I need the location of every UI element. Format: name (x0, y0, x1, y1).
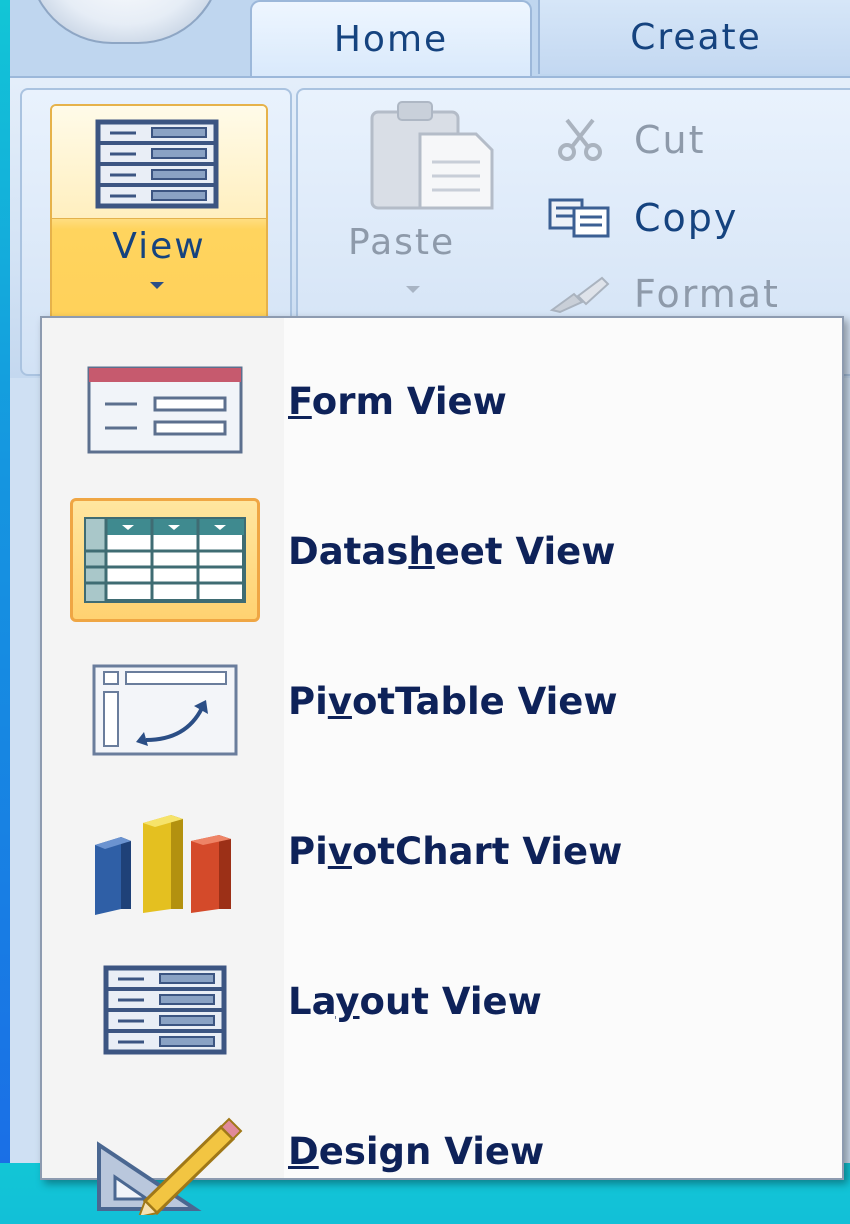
cut-label: Cut (634, 118, 706, 162)
layout-view-icon (92, 116, 222, 216)
layout-view-icon (70, 948, 260, 1072)
office-button[interactable] (28, 0, 222, 44)
menu-item-label: Design View (288, 1130, 545, 1173)
pivottable-view-icon (70, 648, 260, 772)
menu-item-label: Datasheet View (288, 530, 616, 573)
tab-create[interactable]: Create (538, 0, 850, 74)
menu-item-layout-view[interactable]: Layout View (42, 924, 842, 1074)
datasheet-view-icon (70, 498, 260, 622)
menu-item-label: Layout View (288, 980, 542, 1023)
menu-item-label: PivotTable View (288, 680, 618, 723)
ribbon-tab-strip: Home Create (10, 0, 850, 76)
format-label: Format (634, 272, 780, 316)
paste-label: Paste (348, 222, 456, 263)
copy-label: Copy (634, 196, 739, 240)
pivotchart-view-icon (70, 798, 260, 922)
menu-item-pivottable-view[interactable]: PivotTable View (42, 624, 842, 774)
chevron-down-icon (406, 286, 420, 293)
paste-icon (368, 100, 498, 214)
menu-item-pivotchart-view[interactable]: PivotChart View (42, 774, 842, 924)
menu-item-label: PivotChart View (288, 830, 623, 873)
format-painter-button[interactable]: Format (548, 272, 780, 316)
view-dropdown-menu: Form View Datasheet View PivotTable View… (40, 316, 844, 1215)
copy-button[interactable]: Copy (548, 196, 738, 240)
tab-home[interactable]: Home (250, 0, 532, 76)
scissors-icon (548, 118, 612, 162)
chevron-down-icon (150, 282, 164, 289)
menu-item-datasheet-view[interactable]: Datasheet View (42, 474, 842, 624)
format-painter-icon (548, 272, 612, 316)
menu-item-label: Form View (288, 380, 507, 423)
menu-item-design-view[interactable]: Design View (42, 1074, 842, 1224)
design-view-icon (70, 1098, 260, 1222)
form-view-icon (70, 348, 260, 472)
copy-icon (548, 196, 612, 240)
view-button-label: View (112, 226, 206, 267)
cut-button[interactable]: Cut (548, 118, 706, 162)
view-button[interactable]: View (50, 104, 268, 332)
menu-item-form-view[interactable]: Form View (42, 324, 842, 474)
